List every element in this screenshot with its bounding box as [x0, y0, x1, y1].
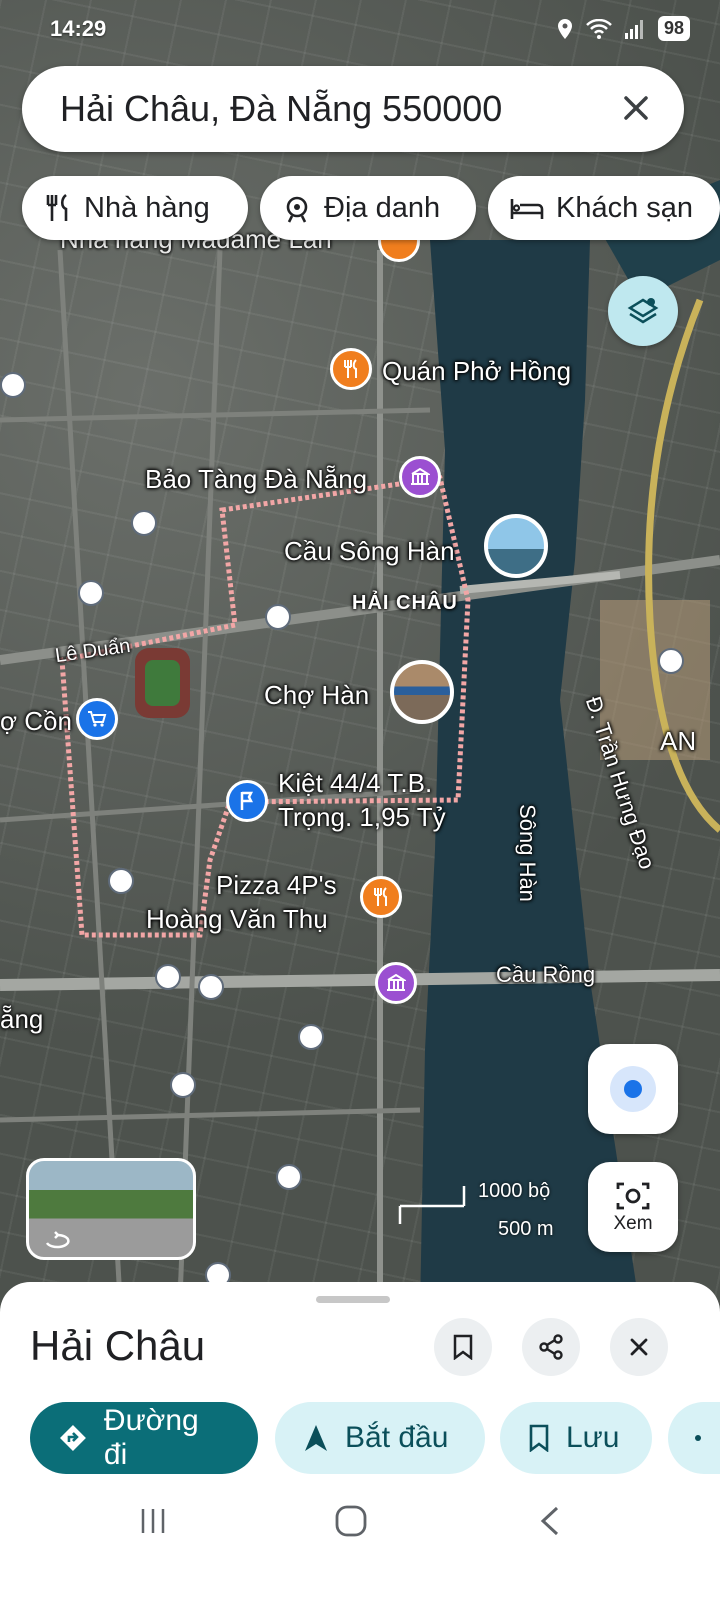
chip-restaurants[interactable]: Nhà hàng [22, 176, 248, 240]
directions-label: Đường đi [103, 1404, 199, 1471]
restaurant-pin-pizza[interactable] [360, 876, 402, 918]
layers-icon [627, 298, 659, 324]
system-nav-bar [0, 1490, 720, 1600]
bus-stop-icon[interactable] [108, 868, 134, 894]
share-button[interactable] [522, 1318, 580, 1376]
label-cho-con: ợ Cồn [0, 706, 72, 736]
status-icons: 98 [556, 16, 690, 41]
navigation-arrow-icon [305, 1425, 327, 1451]
bus-stop-icon[interactable] [131, 510, 157, 536]
sheet-drag-handle[interactable] [316, 1296, 390, 1303]
more-action-button[interactable] [668, 1402, 720, 1474]
bus-stop-icon[interactable] [265, 604, 291, 630]
wifi-icon [586, 18, 612, 39]
label-cau-rong: Cầu Rồng [496, 962, 596, 987]
directions-icon [59, 1425, 86, 1451]
label-an: AN [660, 726, 697, 756]
chip-restaurants-label: Nhà hàng [84, 191, 210, 224]
my-location-button[interactable] [588, 1044, 678, 1134]
landmark-icon [286, 196, 308, 223]
layers-button[interactable] [608, 276, 678, 346]
back-icon[interactable] [538, 1506, 562, 1536]
label-cho-han: Chợ Hàn [264, 680, 370, 710]
label-pizza-line1: Pizza 4P's [216, 870, 337, 900]
bus-stop-icon[interactable] [658, 648, 684, 674]
fork-knife-icon [46, 193, 68, 221]
museum-icon [387, 974, 406, 991]
chip-hotels[interactable]: Khách sạn [488, 176, 720, 240]
camera-lens-icon [616, 1182, 650, 1210]
share-icon [539, 1334, 563, 1360]
label-pizza-line2: Hoàng Văn Thụ [146, 904, 328, 934]
museum-pin-cau-rong[interactable] [375, 962, 417, 1004]
status-time: 14:29 [50, 16, 107, 41]
scale-bar [398, 1186, 466, 1224]
close-sheet-button[interactable] [610, 1318, 668, 1376]
photo-pin-cau-song-han[interactable] [484, 514, 548, 578]
label-nang: ẵng [0, 1004, 44, 1034]
photo-pin-cho-han[interactable] [390, 660, 454, 724]
recent-apps-icon[interactable] [138, 1506, 168, 1536]
museum-icon [411, 468, 430, 485]
label-cau-song-han: Cầu Sông Hàn [284, 536, 455, 566]
share-icon [695, 1435, 701, 1441]
save-icon-button[interactable] [434, 1318, 492, 1376]
restaurant-pin-pho-hong[interactable] [330, 348, 372, 390]
bus-stop-icon[interactable] [155, 964, 181, 990]
directions-button[interactable]: Đường đi [30, 1402, 258, 1474]
bus-stop-icon[interactable] [78, 580, 104, 606]
search-bar[interactable]: Hải Châu, Đà Nẵng 550000 [22, 66, 684, 152]
bookmark-icon [453, 1334, 473, 1360]
scale-metric: 500 m [498, 1218, 554, 1240]
search-query[interactable]: Hải Châu, Đà Nẵng 550000 [60, 88, 502, 130]
label-song-han: Sông Hàn [514, 804, 540, 902]
bus-stop-icon[interactable] [276, 1164, 302, 1190]
start-label: Bắt đầu [345, 1421, 449, 1454]
bookmark-icon [529, 1424, 549, 1452]
label-hai-chau-district: HẢI CHÂU [352, 592, 458, 614]
marker-pin-kiet[interactable] [226, 780, 268, 822]
chip-landmarks-label: Địa danh [324, 191, 441, 224]
street-view-thumbnail[interactable] [26, 1158, 196, 1260]
scale-imperial: 1000 bộ [478, 1180, 551, 1202]
save-button[interactable]: Lưu [500, 1402, 652, 1474]
bed-icon [510, 199, 544, 219]
my-location-dot-icon [610, 1066, 656, 1112]
bus-stop-icon[interactable] [298, 1024, 324, 1050]
lens-view-button[interactable]: Xem [588, 1162, 678, 1252]
label-kiet-line2: Trọng. 1,95 Tỷ [278, 802, 446, 832]
fork-knife-icon [374, 887, 387, 906]
battery-level: 98 [657, 16, 690, 41]
shopping-pin-cho-con[interactable] [76, 698, 118, 740]
flag-icon [240, 791, 254, 810]
chip-hotels-label: Khách sạn [556, 191, 694, 224]
save-label: Lưu [566, 1421, 620, 1454]
close-icon[interactable] [616, 88, 656, 128]
fork-knife-icon [344, 359, 357, 378]
status-bar: 14:29 98 [0, 0, 720, 60]
signal-icon [624, 19, 643, 39]
start-button[interactable]: Bắt đầu [275, 1402, 485, 1474]
lens-view-label: Xem [613, 1213, 653, 1234]
cart-icon [88, 711, 107, 727]
location-icon [557, 18, 572, 39]
museum-pin-bao-tang[interactable] [399, 456, 441, 498]
home-icon[interactable] [334, 1504, 368, 1538]
bus-stop-icon[interactable] [198, 974, 224, 1000]
chip-landmarks[interactable]: Địa danh [260, 176, 476, 240]
label-bao-tang: Bảo Tàng Đà Nẵng [145, 464, 368, 494]
label-kiet-line1: Kiệt 44/4 T.B. [278, 768, 433, 798]
bus-stop-icon[interactable] [0, 372, 26, 398]
place-title: Hải Châu [30, 1322, 206, 1369]
map-view[interactable]: Nhà hàng Madame Lan Quán Phở Hồng Bảo Tà… [0, 0, 720, 1310]
rotate-360-icon [45, 1231, 70, 1249]
bus-stop-icon[interactable] [170, 1072, 196, 1098]
label-pho-hong: Quán Phở Hồng [382, 356, 572, 386]
close-icon [630, 1338, 648, 1356]
